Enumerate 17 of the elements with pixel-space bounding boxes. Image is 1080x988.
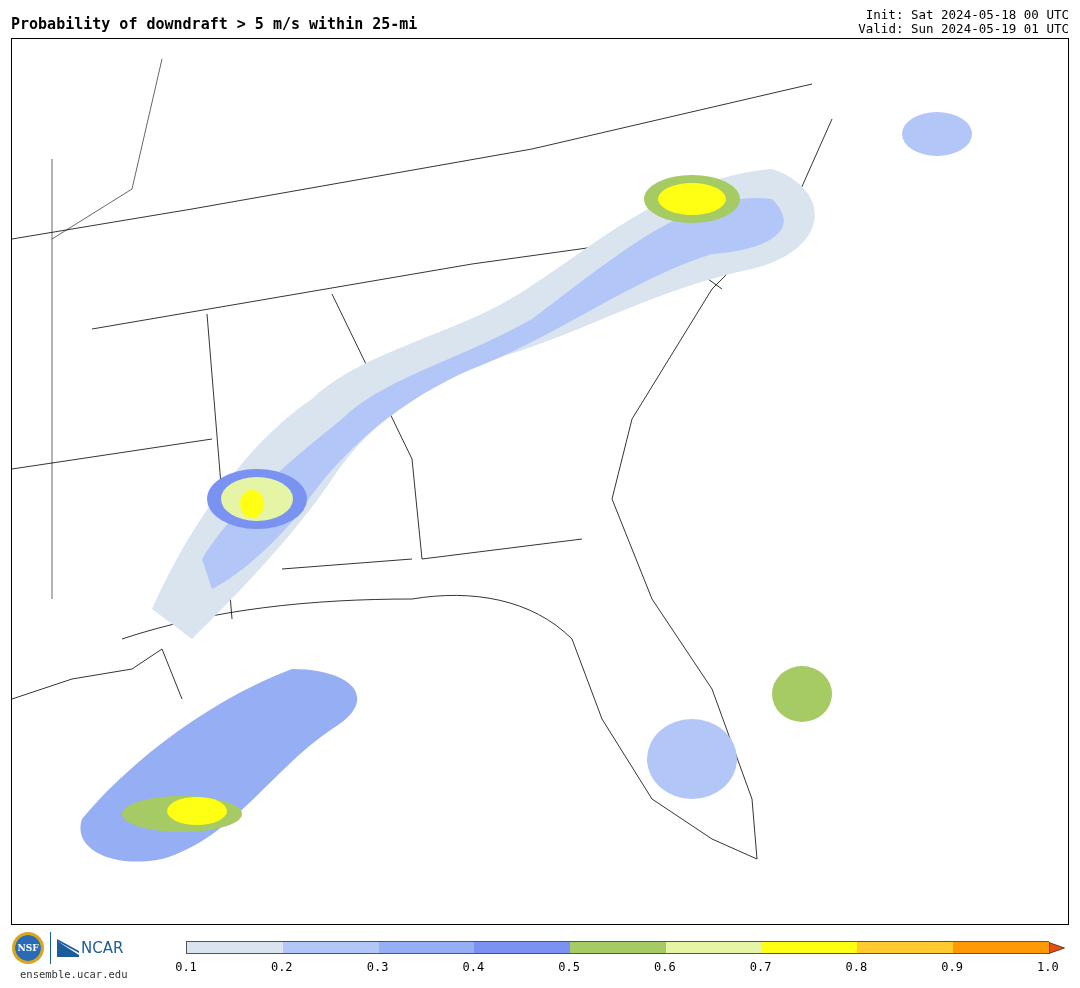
ncar-logo: NCAR: [81, 939, 124, 957]
colorbar-tick-label: 0.8: [844, 960, 869, 974]
colorbar-tick-label: 0.6: [653, 960, 677, 974]
chart-title: Probability of downdraft > 5 m/s within 25-mi: [11, 15, 418, 35]
nsf-logo: NSF: [12, 932, 44, 964]
colorbar-tick-label: 0.4: [461, 960, 486, 974]
colorbar-tick-label: 0.5: [557, 960, 581, 974]
colorbar-tick-label: 0.1: [174, 960, 198, 974]
valid-time: Valid: Sun 2024-05-19 01 UTC: [858, 22, 1069, 36]
ncar-logo-icon: [57, 939, 79, 957]
colorbar-tick-label: 0.2: [269, 960, 294, 974]
site-url: ensemble.ucar.edu: [20, 968, 128, 980]
colorbar-tick-label: 0.9: [940, 960, 964, 974]
colorbar-tick-label: 0.7: [748, 960, 773, 974]
init-time: Init: Sat 2024-05-18 00 UTC: [865, 8, 1069, 22]
colorbar-tick-label: 1.0: [1036, 960, 1060, 974]
colorbar-tick-label: 0.3: [365, 960, 390, 974]
